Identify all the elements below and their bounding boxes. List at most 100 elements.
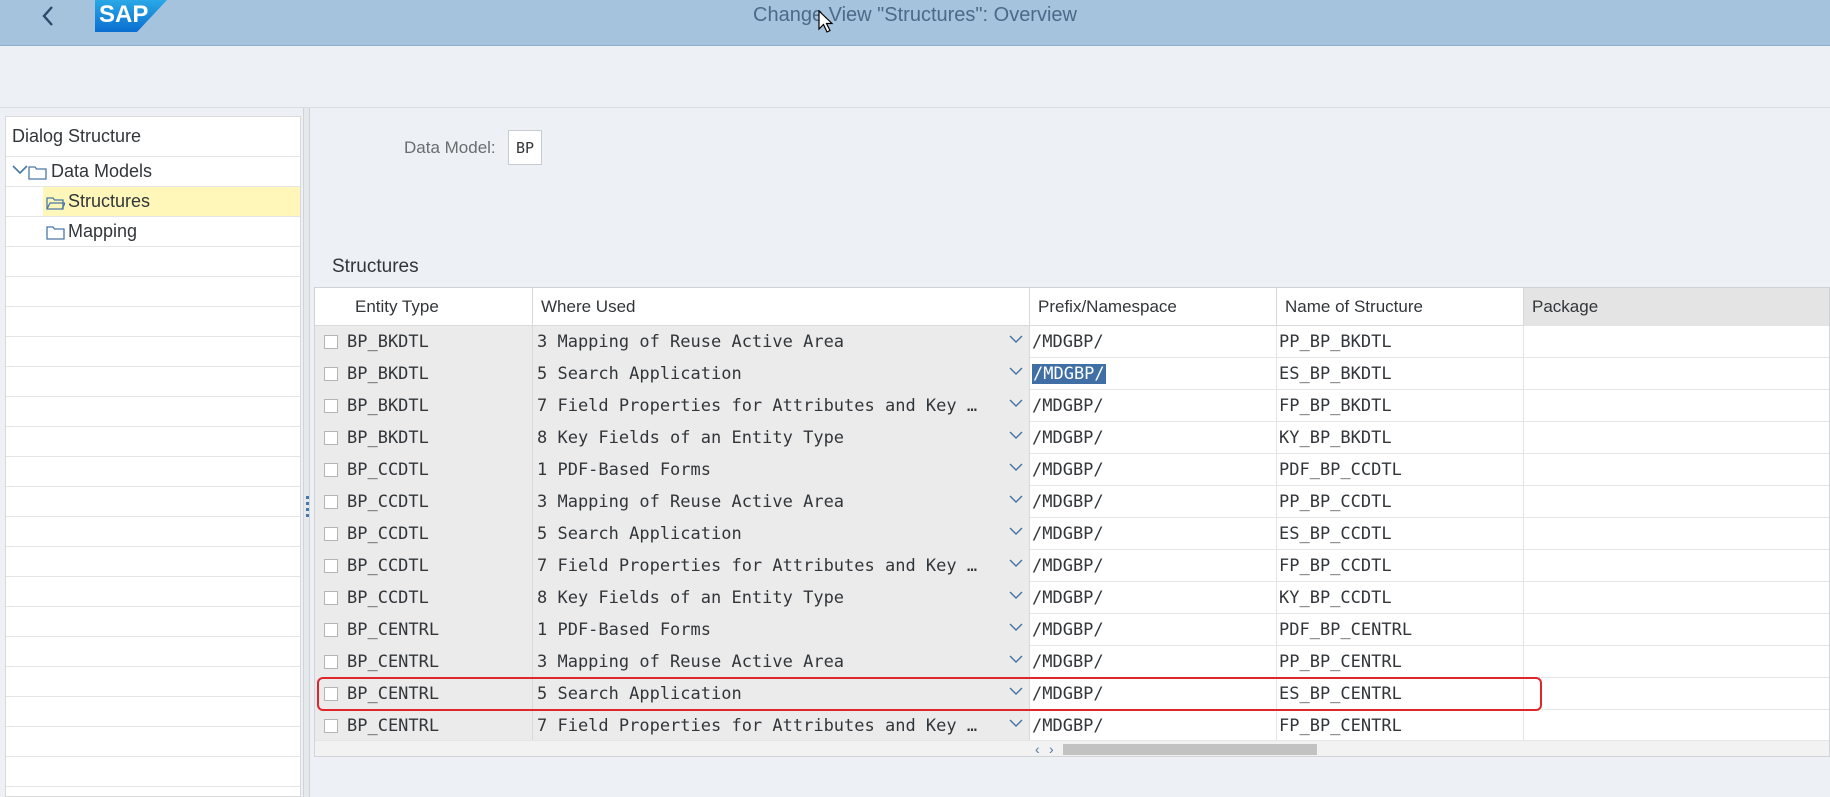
row-checkbox[interactable] [324,687,338,701]
cell-where-used[interactable]: 3 Mapping of Reuse Active Area [533,646,1030,678]
cell-entity-type[interactable]: BP_BKDTL [315,358,533,390]
cell-structure-name[interactable]: PDF_BP_CCDTL [1277,454,1524,486]
cell-structure-name[interactable]: KY_BP_CCDTL [1277,582,1524,614]
cell-prefix[interactable]: /MDGBP/ [1030,710,1277,742]
chevron-down-icon[interactable] [1009,622,1023,632]
scroll-left-icon[interactable]: ‹ [1035,741,1040,756]
scrollbar-thumb[interactable] [1063,744,1317,755]
cell-prefix[interactable]: /MDGBP/ [1030,646,1277,678]
chevron-down-icon[interactable] [11,163,29,177]
cell-entity-type[interactable]: BP_CENTRL [315,614,533,646]
column-header-entity-type[interactable]: Entity Type [315,288,533,326]
cell-prefix[interactable]: /MDGBP/ [1030,422,1277,454]
table-row[interactable]: BP_CCDTL 8 Key Fields of an Entity Type/M… [315,582,1829,614]
table-row[interactable]: BP_CENTRL 1 PDF-Based Forms/MDGBP/PDF_BP_… [315,614,1829,646]
chevron-down-icon[interactable] [1009,654,1023,664]
cell-package[interactable] [1524,678,1829,710]
chevron-down-icon[interactable] [1009,334,1023,344]
cell-where-used[interactable]: 8 Key Fields of an Entity Type [533,422,1030,454]
cell-package[interactable] [1524,710,1829,742]
panel-splitter[interactable] [303,108,310,797]
cell-prefix[interactable]: /MDGBP/ [1030,678,1277,710]
table-row[interactable]: BP_BKDTL 7 Field Properties for Attribute… [315,390,1829,422]
tree-item-mapping[interactable]: Mapping [6,217,300,247]
cell-structure-name[interactable]: PP_BP_CCDTL [1277,486,1524,518]
row-checkbox[interactable] [324,527,338,541]
cell-where-used[interactable]: 1 PDF-Based Forms [533,614,1030,646]
table-row[interactable]: BP_BKDTL 5 Search Application/MDGBP/ES_BP… [315,358,1829,390]
table-row[interactable]: BP_CCDTL 7 Field Properties for Attribute… [315,550,1829,582]
cell-structure-name[interactable]: PP_BP_CENTRL [1277,646,1524,678]
column-header-where-used[interactable]: Where Used [533,288,1030,326]
cell-entity-type[interactable]: BP_BKDTL [315,326,533,358]
cell-prefix[interactable]: /MDGBP/ [1030,358,1277,390]
cell-where-used[interactable]: 5 Search Application [533,518,1030,550]
chevron-down-icon[interactable] [1009,494,1023,504]
splitter-handle-icon[interactable] [306,496,309,518]
cell-entity-type[interactable]: BP_CCDTL [315,550,533,582]
row-checkbox[interactable] [324,559,338,573]
cell-structure-name[interactable]: KY_BP_BKDTL [1277,422,1524,454]
cell-structure-name[interactable]: PDF_BP_CENTRL [1277,614,1524,646]
cell-prefix[interactable]: /MDGBP/ [1030,486,1277,518]
column-header-structure-name[interactable]: Name of Structure [1277,288,1524,326]
horizontal-scrollbar[interactable]: ‹ › [315,740,1829,756]
cell-prefix[interactable]: /MDGBP/ [1030,326,1277,358]
cell-package[interactable] [1524,550,1829,582]
table-row[interactable]: BP_CCDTL 5 Search Application/MDGBP/ES_BP… [315,518,1829,550]
cell-package[interactable] [1524,614,1829,646]
cell-structure-name[interactable]: PP_BP_BKDTL [1277,326,1524,358]
cell-entity-type[interactable]: BP_CENTRL [315,710,533,742]
cell-package[interactable] [1524,422,1829,454]
cell-where-used[interactable]: 7 Field Properties for Attributes and Ke… [533,390,1030,422]
chevron-down-icon[interactable] [1009,462,1023,472]
table-row[interactable]: BP_BKDTL 3 Mapping of Reuse Active Area/M… [315,326,1829,358]
row-checkbox[interactable] [324,623,338,637]
column-header-prefix[interactable]: Prefix/Namespace [1030,288,1277,326]
data-model-field[interactable]: BP [508,130,542,165]
chevron-down-icon[interactable] [1009,686,1023,696]
column-header-package[interactable]: Package [1524,288,1829,326]
cell-where-used[interactable]: 5 Search Application [533,358,1030,390]
cell-prefix[interactable]: /MDGBP/ [1030,550,1277,582]
cell-package[interactable] [1524,518,1829,550]
chevron-down-icon[interactable] [1009,526,1023,536]
cell-where-used[interactable]: 1 PDF-Based Forms [533,454,1030,486]
cell-structure-name[interactable]: FP_BP_CCDTL [1277,550,1524,582]
scroll-right-icon[interactable]: › [1049,741,1054,756]
cell-entity-type[interactable]: BP_CCDTL [315,518,533,550]
cell-structure-name[interactable]: ES_BP_CCDTL [1277,518,1524,550]
cell-entity-type[interactable]: BP_CENTRL [315,678,533,710]
cell-where-used[interactable]: 5 Search Application [533,678,1030,710]
table-row[interactable]: BP_CENTRL 7 Field Properties for Attribut… [315,710,1829,742]
row-checkbox[interactable] [324,367,338,381]
table-row[interactable]: BP_CCDTL 3 Mapping of Reuse Active Area/M… [315,486,1829,518]
cell-package[interactable] [1524,326,1829,358]
cell-where-used[interactable]: 3 Mapping of Reuse Active Area [533,326,1030,358]
table-row[interactable]: BP_CENTRL 3 Mapping of Reuse Active Area /… [315,646,1829,678]
chevron-down-icon[interactable] [1009,398,1023,408]
cell-structure-name[interactable]: ES_BP_CENTRL [1277,678,1524,710]
chevron-down-icon[interactable] [1009,366,1023,376]
row-checkbox[interactable] [324,431,338,445]
cell-entity-type[interactable]: BP_CCDTL [315,486,533,518]
cell-entity-type[interactable]: BP_BKDTL [315,422,533,454]
chevron-down-icon[interactable] [1009,430,1023,440]
row-checkbox[interactable] [324,591,338,605]
cell-prefix[interactable]: /MDGBP/ [1030,614,1277,646]
cell-structure-name[interactable]: FP_BP_CENTRL [1277,710,1524,742]
cell-entity-type[interactable]: BP_BKDTL [315,390,533,422]
cell-entity-type[interactable]: BP_CCDTL [315,582,533,614]
cell-package[interactable] [1524,358,1829,390]
cell-where-used[interactable]: 8 Key Fields of an Entity Type [533,582,1030,614]
chevron-down-icon[interactable] [1009,718,1023,728]
cell-package[interactable] [1524,390,1829,422]
cell-prefix[interactable]: /MDGBP/ [1030,454,1277,486]
cell-prefix[interactable]: /MDGBP/ [1030,518,1277,550]
row-checkbox[interactable] [324,495,338,509]
row-checkbox[interactable] [324,399,338,413]
row-checkbox[interactable] [324,719,338,733]
row-checkbox[interactable] [324,463,338,477]
cell-where-used[interactable]: 7 Field Properties for Attributes and Ke… [533,550,1030,582]
table-row[interactable]: BP_CCDTL 1 PDF-Based Forms/MDGBP/PDF_BP_C… [315,454,1829,486]
